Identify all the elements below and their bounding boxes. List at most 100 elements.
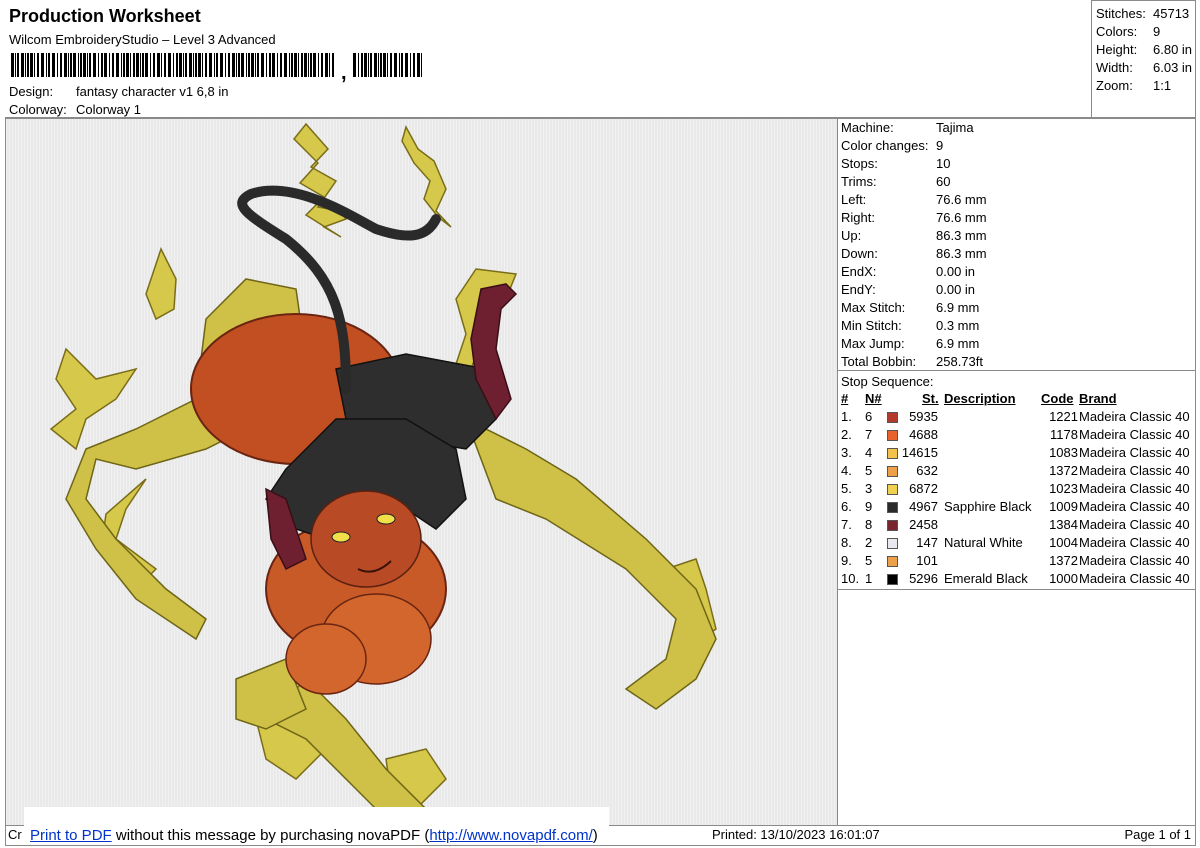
barcode-bar (358, 53, 359, 77)
col-header-description: Description (944, 391, 1016, 406)
thread-code: 1009 (1049, 499, 1078, 514)
color-swatch (887, 466, 898, 477)
page-title: Production Worksheet (9, 6, 201, 26)
thread-brand: Madeira Classic 40 (1079, 427, 1190, 442)
needle-number: 9 (865, 499, 873, 514)
barcode-bar (123, 53, 125, 77)
machine-info-row: Up: 86.3 mm (841, 228, 987, 243)
col-header-code: Code (1041, 391, 1074, 406)
barcode-bar (126, 53, 129, 77)
thread-description: Emerald Black (944, 571, 1028, 586)
barcode-bar (421, 53, 422, 77)
barcode-bar (57, 53, 58, 77)
barcode-bar (157, 53, 160, 77)
thread-brand: Madeira Classic 40 (1079, 517, 1190, 532)
stitch-count: 6872 (909, 481, 938, 496)
barcode-image: , (11, 53, 422, 83)
software-name: Wilcom EmbroideryStudio – Level 3 Advanc… (9, 32, 276, 47)
print-to-pdf-link[interactable]: Print to PDF (30, 827, 112, 844)
needle-number: 7 (865, 427, 873, 442)
machine-info-label: Up: (841, 228, 862, 243)
barcode-bar (272, 53, 275, 77)
barcode-bar (27, 53, 29, 77)
summary-row: Stitches: 45713 (1096, 6, 1189, 21)
summary-value: 9 (1153, 24, 1161, 39)
novapdf-watermark: Print to PDF without this message by pur… (24, 807, 609, 845)
machine-info-label: Total Bobbin: (841, 354, 917, 369)
machine-info-value: 0.00 in (936, 264, 976, 279)
barcode-bar (413, 53, 415, 77)
stitch-count: 4967 (909, 499, 938, 514)
barcode-bar (308, 53, 309, 77)
col-header-brand: Brand (1079, 391, 1117, 406)
design-label: Design: (9, 84, 54, 99)
barcode-bar (121, 53, 122, 77)
barcode-bar (361, 53, 363, 77)
barcode-bar (80, 53, 82, 77)
stop-index: 9. (841, 553, 852, 568)
barcode-bar (60, 53, 62, 77)
barcode-bar (70, 53, 72, 77)
barcode-bar (313, 53, 316, 77)
thread-description: Natural White (944, 535, 1023, 550)
color-swatch (887, 538, 898, 549)
machine-info-value: 76.6 mm (936, 210, 987, 225)
stitch-count: 2458 (909, 517, 938, 532)
summary-row: Width: 6.03 in (1096, 60, 1192, 75)
barcode-bar (64, 53, 67, 77)
thread-description: Sapphire Black (944, 499, 1032, 514)
needle-number: 8 (865, 517, 873, 532)
col-header-stitches: St. (922, 391, 939, 406)
barcode-bar (248, 53, 250, 77)
summary-label: Zoom: (1096, 78, 1133, 93)
machine-info-value: 86.3 mm (936, 228, 987, 243)
machine-info-row: Color changes: 9 (841, 138, 943, 153)
color-swatch (887, 556, 898, 567)
barcode-bar (116, 53, 119, 77)
barcode-bar (209, 53, 212, 77)
barcode-bar (310, 53, 312, 77)
stop-index: 5. (841, 481, 852, 496)
barcode-bar (17, 53, 19, 77)
machine-info-row: EndY: 0.00 in (841, 282, 975, 297)
barcode-bar (87, 53, 88, 77)
barcode-bar (236, 53, 237, 77)
barcode-bar (93, 53, 96, 77)
barcode-bar (325, 53, 328, 77)
barcode-bar (257, 53, 259, 77)
machine-info-label: EndX: (841, 264, 877, 279)
barcode-bar (241, 53, 244, 77)
barcode-bar (277, 53, 278, 77)
barcode-bar (378, 53, 379, 77)
machine-info-label: Machine: (841, 120, 894, 135)
barcode-bar (189, 53, 192, 77)
summary-value: 6.03 in (1153, 60, 1193, 75)
stop-sequence-row: 1. 6 5935 1221 Madeira Classic 40 (838, 409, 1195, 427)
color-swatch (887, 412, 898, 423)
needle-number: 4 (865, 445, 873, 460)
machine-info-value: 0.3 mm (936, 318, 980, 333)
barcode-bar (48, 53, 50, 77)
needle-number: 3 (865, 481, 873, 496)
colorway-value: Colorway 1 (76, 102, 142, 117)
barcode-bar (153, 53, 155, 77)
colorway-label: Colorway: (9, 102, 67, 117)
summary-label: Stitches: (1096, 6, 1146, 21)
barcode-bar (185, 53, 187, 77)
summary-box: Stitches: 45713 Colors: 9 Height: 6.80 in Widt… (1091, 0, 1196, 118)
barcode-bar (255, 53, 256, 77)
worksheet-header: Production Worksheet Wilcom EmbroiderySt… (5, 4, 1091, 117)
summary-value: 45713 (1153, 6, 1190, 21)
col-header-needle: N# (865, 391, 882, 406)
stitch-count: 5296 (909, 571, 938, 586)
barcode-bar (202, 53, 203, 77)
machine-info-label: Right: (841, 210, 875, 225)
novapdf-url-link[interactable]: http://www.novapdf.com/ (429, 827, 592, 844)
machine-info-label: Down: (841, 246, 878, 261)
stop-sequence-row: 6. 9 4967 Sapphire Black 1009 Madeira Classic… (838, 499, 1195, 517)
barcode-bar (198, 53, 201, 77)
barcode-bar (238, 53, 240, 77)
barcode-bar (145, 53, 148, 77)
barcode-bar (83, 53, 86, 77)
barcode-bar (251, 53, 254, 77)
